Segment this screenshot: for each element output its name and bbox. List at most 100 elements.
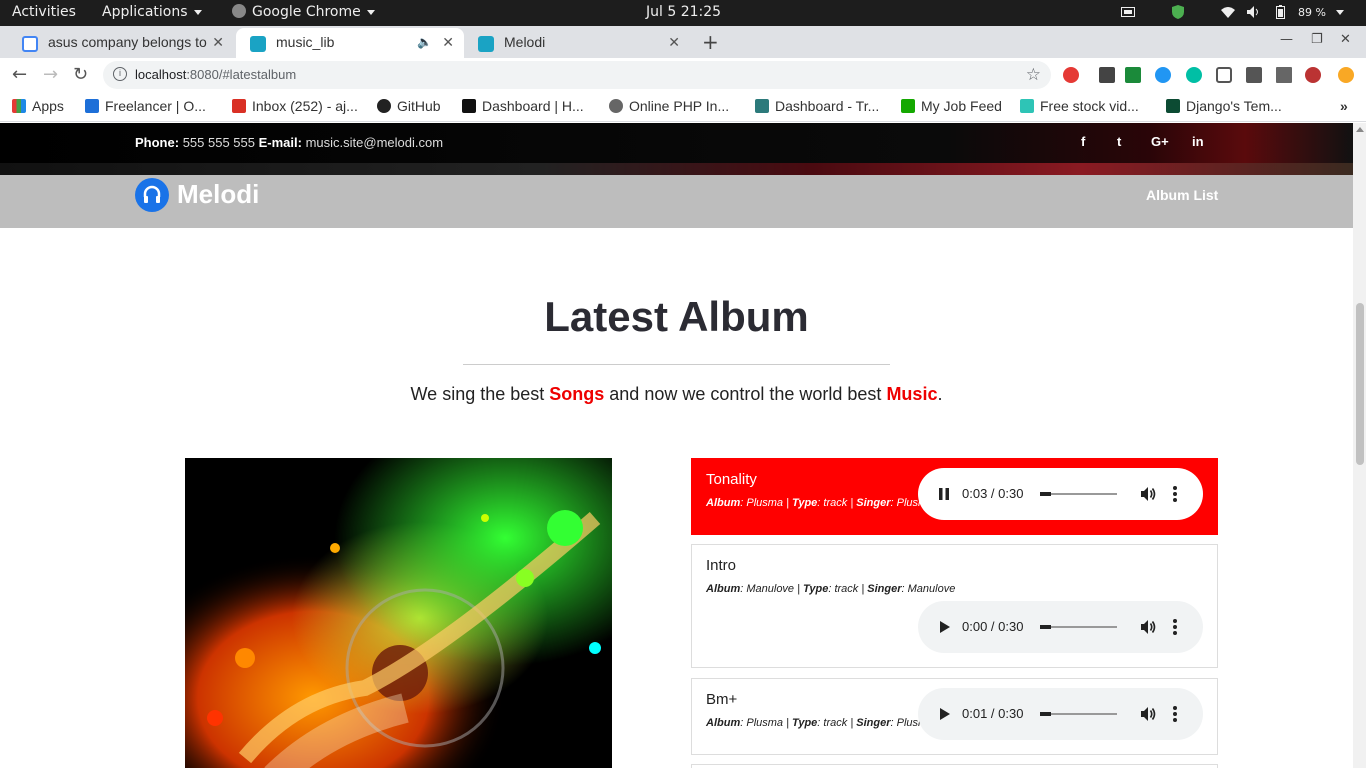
extension-icon[interactable] [1186, 67, 1202, 83]
reading-list-icon[interactable] [1276, 67, 1292, 83]
upwork-icon [901, 99, 915, 113]
play-icon[interactable] [937, 707, 951, 721]
play-icon[interactable] [937, 620, 951, 634]
track-item[interactable] [691, 764, 1218, 768]
twitter-icon[interactable]: t [1117, 134, 1121, 149]
close-icon[interactable]: ✕ [668, 34, 680, 51]
tab-melodi[interactable]: Melodi ✕ [464, 28, 690, 58]
melodi-icon [478, 36, 494, 52]
puzzle-icon[interactable] [1246, 67, 1262, 83]
extension-icon[interactable] [1063, 67, 1079, 83]
browser-toolbar: ← → ↻ i localhost:8080/#latestalbum ☆ [0, 58, 1366, 92]
chevron-down-icon[interactable] [1336, 9, 1344, 15]
audio-player: 0:00 / 0:30 [918, 601, 1203, 653]
playback-time: 0:03 / 0:30 [962, 486, 1024, 501]
pause-icon[interactable] [937, 487, 951, 501]
close-window-button[interactable]: ✕ [1340, 32, 1351, 47]
seek-slider[interactable] [1040, 625, 1117, 629]
bookmark-job-feed[interactable]: My Job Feed [901, 98, 1002, 114]
track-title: Tonality [706, 471, 757, 488]
shield-icon[interactable] [1170, 5, 1186, 19]
tab-google-search[interactable]: asus company belongs to ✕ [8, 28, 234, 58]
hackerrank-icon [462, 99, 476, 113]
bookmark-free-stock[interactable]: Free stock vid... [1020, 98, 1139, 114]
track-meta: Album: Manulove | Type: track | Singer: … [706, 583, 956, 595]
linkedin-icon[interactable]: in [1192, 134, 1204, 149]
back-button[interactable]: ← [12, 64, 27, 85]
bookmark-inbox[interactable]: Inbox (252) - aj... [232, 98, 358, 114]
minimize-button[interactable]: — [1280, 32, 1293, 47]
address-bar[interactable]: i localhost:8080/#latestalbum ☆ [103, 61, 1051, 89]
album-cover-image [185, 458, 612, 768]
system-top-bar: Activities Applications Google Chrome Ju… [0, 0, 1366, 26]
close-icon[interactable]: ✕ [208, 34, 224, 51]
google-icon [22, 36, 38, 52]
forward-button[interactable]: → [43, 64, 58, 85]
url-host: localhost [135, 67, 187, 82]
wifi-icon[interactable] [1220, 5, 1236, 19]
track-meta: Album: Plusma | Type: track | Singer: Pl… [706, 717, 934, 729]
bookmarks-bar: Apps Freelancer | O... Inbox (252) - aj.… [0, 92, 1366, 122]
system-tray[interactable]: 89 % [1120, 5, 1344, 19]
extension-icon[interactable] [1155, 67, 1171, 83]
bookmark-freelancer[interactable]: Freelancer | O... [85, 98, 206, 114]
bookmark-django[interactable]: Django's Tem... [1166, 98, 1282, 114]
track-item-intro[interactable]: Intro Album: Manulove | Type: track | Si… [691, 544, 1218, 668]
nav-album-list[interactable]: Album List [1146, 187, 1218, 203]
audio-player: 0:01 / 0:30 [918, 688, 1203, 740]
close-icon[interactable]: ✕ [442, 34, 454, 51]
battery-icon[interactable] [1272, 5, 1288, 19]
seek-slider[interactable] [1040, 712, 1117, 716]
app-menu[interactable]: Google Chrome [232, 4, 375, 20]
extension-icon[interactable] [1216, 67, 1232, 83]
volume-icon[interactable] [1246, 5, 1262, 19]
scroll-up-icon[interactable] [1356, 127, 1364, 132]
bookmark-apps[interactable]: Apps [12, 98, 64, 114]
maximize-button[interactable]: ❐ [1311, 32, 1323, 47]
activities-button[interactable]: Activities [12, 4, 76, 20]
track-item-tonality[interactable]: Tonality Album: Plusma | Type: track | S… [691, 458, 1218, 535]
site-logo[interactable]: Melodi [177, 179, 259, 210]
contact-bar: Phone: 555 555 555 E-mail: music.site@me… [0, 123, 1353, 163]
new-tab-button[interactable]: + [702, 30, 719, 54]
bookmark-github[interactable]: GitHub [377, 98, 441, 114]
bookmark-dashboard-tr[interactable]: Dashboard - Tr... [755, 98, 879, 114]
reload-button[interactable]: ↻ [73, 64, 88, 85]
divider [463, 364, 890, 365]
facebook-icon[interactable]: f [1081, 134, 1085, 149]
github-icon [377, 99, 391, 113]
screen-icon[interactable] [1120, 5, 1136, 19]
google-plus-icon[interactable]: G+ [1151, 134, 1169, 149]
more-options-icon[interactable] [1172, 705, 1178, 723]
more-bookmarks-icon[interactable]: » [1340, 98, 1348, 114]
bookmark-star-icon[interactable]: ☆ [1026, 65, 1041, 85]
more-options-icon[interactable] [1172, 485, 1178, 503]
volume-icon[interactable] [1140, 706, 1156, 722]
track-title: Intro [706, 557, 737, 574]
dashboard-icon [755, 99, 769, 113]
extension-icon[interactable] [1099, 67, 1115, 83]
track-title: Bm+ [706, 691, 738, 708]
speaker-icon[interactable]: 🔈 [417, 35, 432, 49]
more-options-icon[interactable] [1172, 618, 1178, 636]
extension-icon[interactable] [1125, 67, 1141, 83]
volume-icon[interactable] [1140, 619, 1156, 635]
tab-music-lib[interactable]: music_lib 🔈 ✕ [236, 28, 464, 58]
seek-slider[interactable] [1040, 492, 1117, 496]
scrollbar-thumb[interactable] [1356, 303, 1364, 465]
info-icon[interactable]: i [113, 67, 127, 81]
applications-menu[interactable]: Applications [102, 4, 202, 20]
url-rest: :8080/#latestalbum [186, 67, 297, 82]
bookmark-online-php[interactable]: Online PHP In... [609, 98, 729, 114]
volume-icon[interactable] [1140, 486, 1156, 502]
headphones-icon[interactable] [135, 178, 169, 212]
bookmark-dashboard-h[interactable]: Dashboard | H... [462, 98, 584, 114]
pexels-icon [1020, 99, 1034, 113]
avatar[interactable] [1305, 67, 1321, 83]
track-item-bm-plus[interactable]: Bm+ Album: Plusma | Type: track | Singer… [691, 678, 1218, 755]
chevron-down-icon [366, 9, 375, 15]
tab-strip: asus company belongs to ✕ music_lib 🔈 ✕ … [0, 26, 1366, 58]
page-scrollbar[interactable] [1353, 123, 1366, 768]
clock[interactable]: Jul 5 21:25 [646, 4, 721, 20]
update-icon[interactable] [1338, 67, 1354, 83]
